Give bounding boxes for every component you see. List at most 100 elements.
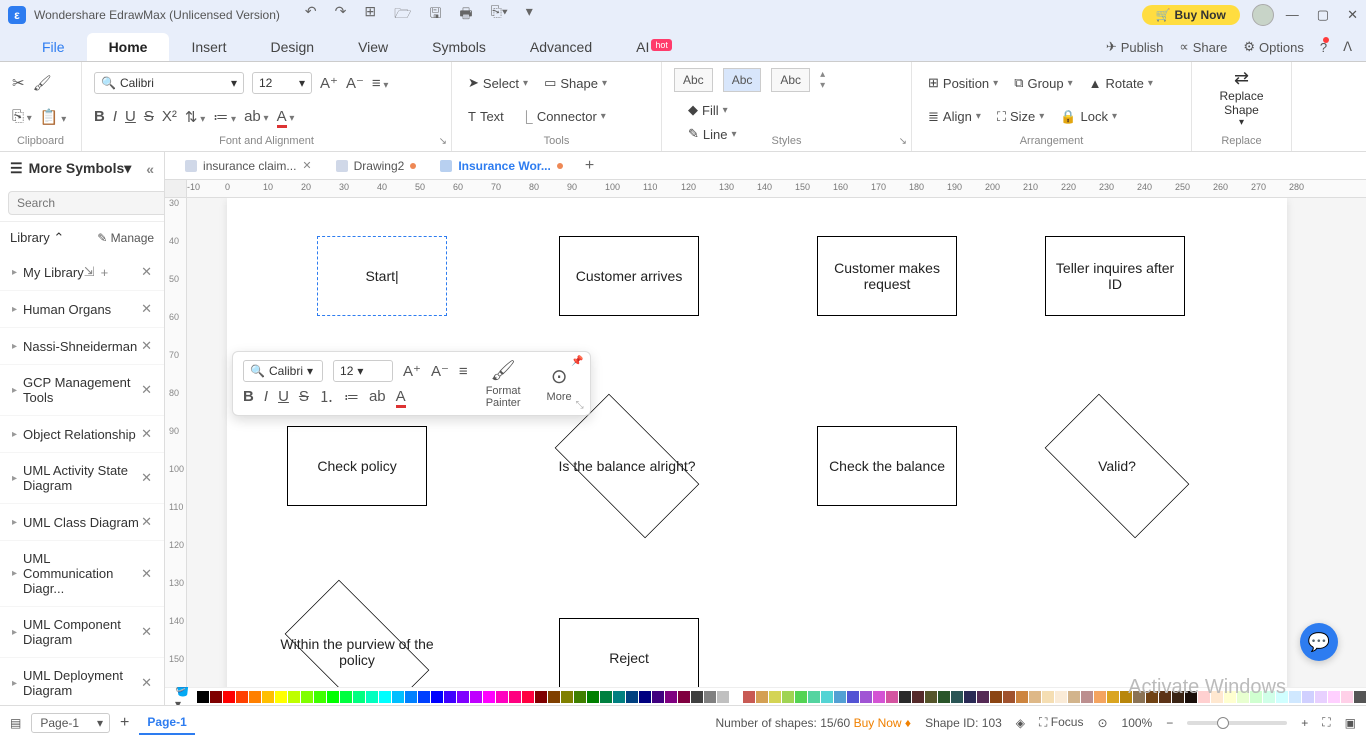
status-buy-now[interactable]: Buy Now ♦ <box>854 716 912 730</box>
color-swatch[interactable] <box>1159 691 1171 703</box>
remove-library-icon[interactable]: ✕ <box>141 675 152 691</box>
new-tab-button[interactable]: + <box>577 157 602 175</box>
remove-library-icon[interactable]: ✕ <box>141 338 152 354</box>
remove-library-icon[interactable]: ✕ <box>141 566 152 582</box>
cut-icon[interactable]: ✂ <box>12 74 25 92</box>
remove-library-icon[interactable]: ✕ <box>141 470 152 486</box>
float-strike-icon[interactable]: S <box>299 388 309 405</box>
shape-tool[interactable]: ▭ Shape <box>540 73 611 93</box>
color-swatch[interactable] <box>236 691 248 703</box>
remove-library-icon[interactable]: ✕ <box>141 514 152 530</box>
color-swatch[interactable] <box>1146 691 1158 703</box>
color-swatch[interactable] <box>353 691 365 703</box>
menu-advanced[interactable]: Advanced <box>508 33 614 61</box>
styles-launcher-icon[interactable]: ↘ <box>899 136 907 147</box>
menu-insert[interactable]: Insert <box>169 33 248 61</box>
bold-icon[interactable]: B <box>94 108 105 125</box>
menu-ai[interactable]: AIhot <box>614 33 694 61</box>
export-icon[interactable]: ⎘▾ <box>491 3 508 27</box>
paste-icon[interactable]: 📋 <box>40 108 67 126</box>
italic-icon[interactable]: I <box>113 108 117 125</box>
float-increase-font-icon[interactable]: A⁺ <box>403 362 421 380</box>
color-swatch[interactable] <box>405 691 417 703</box>
library-item[interactable]: ▸Human Organs✕ <box>0 291 164 328</box>
color-swatch[interactable] <box>379 691 391 703</box>
shape-purview[interactable]: Within the purview of the policy <box>267 598 447 687</box>
page-selector[interactable]: Page-1 ▾ <box>31 713 110 733</box>
color-swatch[interactable] <box>1003 691 1015 703</box>
color-swatch[interactable] <box>964 691 976 703</box>
color-swatch[interactable] <box>1107 691 1119 703</box>
group-button[interactable]: ⧉ Group <box>1010 73 1076 93</box>
increase-font-icon[interactable]: A⁺ <box>320 74 338 92</box>
color-swatch[interactable] <box>1172 691 1184 703</box>
bullets-icon[interactable]: ≔ <box>213 108 236 126</box>
library-item[interactable]: ▸UML Class Diagram✕ <box>0 504 164 541</box>
color-swatch[interactable] <box>1328 691 1340 703</box>
color-swatch[interactable] <box>1120 691 1132 703</box>
shape-start[interactable]: Start <box>317 236 447 316</box>
style-swatch-3[interactable]: Abc <box>771 68 810 92</box>
color-swatch[interactable] <box>496 691 508 703</box>
color-swatch[interactable] <box>1237 691 1249 703</box>
color-swatch[interactable] <box>340 691 352 703</box>
color-swatch[interactable] <box>860 691 872 703</box>
remove-library-icon[interactable]: ✕ <box>141 264 152 280</box>
canvas[interactable]: Start Customer arrives Customer makes re… <box>187 198 1366 687</box>
underline-icon[interactable]: U <box>125 108 136 125</box>
color-swatch[interactable] <box>1315 691 1327 703</box>
color-swatch[interactable] <box>470 691 482 703</box>
options-button[interactable]: ⚙ Options <box>1243 39 1303 55</box>
float-underline-icon[interactable]: U <box>278 388 289 405</box>
shape-customer-request[interactable]: Customer makes request <box>817 236 957 316</box>
sidebar-collapse-icon[interactable]: « <box>146 161 154 177</box>
zoom-level[interactable]: 100% <box>1122 716 1153 730</box>
color-swatch[interactable] <box>431 691 443 703</box>
color-swatch[interactable] <box>366 691 378 703</box>
shape-reject[interactable]: Reject <box>559 618 699 687</box>
menu-view[interactable]: View <box>336 33 410 61</box>
color-swatch[interactable] <box>1029 691 1041 703</box>
library-item[interactable]: ▸GCP Management Tools✕ <box>0 365 164 416</box>
align-button[interactable]: ≣ Align <box>924 107 985 127</box>
layers-icon[interactable]: ◈ <box>1016 716 1025 730</box>
size-button[interactable]: ⛶ Size <box>993 107 1048 127</box>
color-swatch[interactable] <box>756 691 768 703</box>
presentation-icon[interactable]: ⊙ <box>1097 716 1107 730</box>
float-font-select[interactable]: 🔍 Calibri ▾ <box>243 360 323 382</box>
color-swatch[interactable] <box>847 691 859 703</box>
position-button[interactable]: ⊞ Position <box>924 73 1002 93</box>
doc-tab-insurance-claim[interactable]: insurance claim...✕ <box>175 155 322 177</box>
color-swatch[interactable] <box>223 691 235 703</box>
color-swatch[interactable] <box>1133 691 1145 703</box>
help-button[interactable]: ? <box>1320 39 1327 55</box>
new-icon[interactable]: ⊞ <box>364 3 376 27</box>
color-swatch[interactable] <box>1055 691 1067 703</box>
color-swatch[interactable] <box>574 691 586 703</box>
library-item[interactable]: ▸Nassi-Shneiderman✕ <box>0 328 164 365</box>
library-item[interactable]: ▸UML Communication Diagr...✕ <box>0 541 164 607</box>
font-color-icon[interactable]: A <box>277 108 295 125</box>
menu-symbols[interactable]: Symbols <box>410 33 508 61</box>
color-swatch[interactable] <box>691 691 703 703</box>
library-item[interactable]: ▸UML Deployment Diagram✕ <box>0 658 164 705</box>
float-resize-icon[interactable]: ⤡ <box>576 400 584 411</box>
color-swatch[interactable] <box>561 691 573 703</box>
zoom-out-button[interactable]: − <box>1166 716 1173 730</box>
color-swatch[interactable] <box>301 691 313 703</box>
shape-check-policy[interactable]: Check policy <box>287 426 427 506</box>
color-swatch[interactable] <box>327 691 339 703</box>
fit-page-icon[interactable]: ⛶ <box>1322 715 1330 730</box>
color-swatch[interactable] <box>886 691 898 703</box>
rotate-button[interactable]: ▲ Rotate <box>1085 74 1157 93</box>
style-swatch-1[interactable]: Abc <box>674 68 713 92</box>
color-swatch[interactable] <box>288 691 300 703</box>
manage-library-button[interactable]: ✎ Manage <box>97 231 154 245</box>
minimize-button[interactable]: — <box>1286 7 1299 23</box>
color-swatch[interactable] <box>1263 691 1275 703</box>
shape-customer-arrives[interactable]: Customer arrives <box>559 236 699 316</box>
text-tool[interactable]: T Text <box>464 107 508 126</box>
remove-library-icon[interactable]: ✕ <box>141 382 152 398</box>
font-size-select[interactable]: 12▾ <box>252 72 312 94</box>
buy-now-button[interactable]: 🛒 Buy Now <box>1142 5 1240 25</box>
